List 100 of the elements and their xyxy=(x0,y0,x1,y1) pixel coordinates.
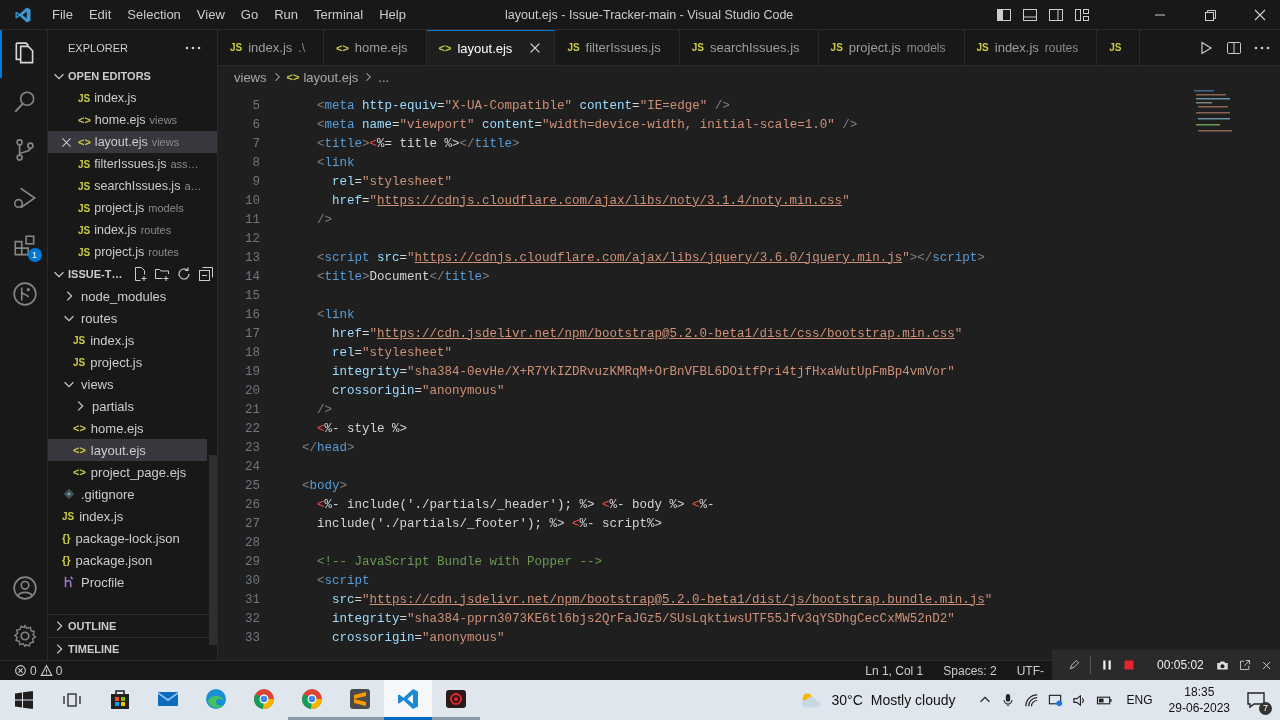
weather-temperature[interactable]: 30°C xyxy=(831,692,863,708)
warning-count[interactable]: 0 xyxy=(55,663,63,678)
weather-condition[interactable]: Mostly cloudy xyxy=(870,692,956,708)
tab-label: project.js xyxy=(848,40,901,55)
line-number: 18 xyxy=(244,345,260,360)
editor-tab[interactable]: <> layout.ejs xyxy=(426,30,556,65)
tree-item[interactable]: JS index.js xyxy=(48,505,207,527)
pen-icon[interactable] xyxy=(1068,658,1081,672)
code-line: <meta name="viewport" content="width=device-width, initial-scale=1.0" /> xyxy=(316,117,858,132)
tree-item[interactable]: <> project_page.ejs xyxy=(48,461,207,483)
editor-tab[interactable]: JS searchIssues.js xyxy=(679,30,819,65)
external-link-icon[interactable] xyxy=(1238,658,1251,672)
refresh-icon[interactable] xyxy=(176,266,193,282)
line-number: 6 xyxy=(251,117,260,132)
new-folder-icon[interactable] xyxy=(154,266,171,282)
wifi-icon[interactable] xyxy=(1023,692,1039,708)
panel-toggle-icon[interactable] xyxy=(1022,6,1038,23)
language-indicator[interactable]: ENG xyxy=(1126,693,1153,707)
section-title[interactable]: OPEN EDITORS xyxy=(68,70,151,82)
tree-item[interactable]: Procfile xyxy=(48,571,207,593)
breadcrumb-item[interactable]: layout.ejs xyxy=(303,69,359,85)
tree-item[interactable]: <> layout.ejs xyxy=(48,439,207,461)
folder-row[interactable]: partials xyxy=(48,395,207,417)
folder-row[interactable]: views xyxy=(48,373,207,395)
error-count[interactable]: 0 xyxy=(30,663,37,678)
line-number: 7 xyxy=(251,136,260,151)
open-editor-item[interactable]: <> layout.ejs views xyxy=(48,131,217,153)
breadcrumb-item[interactable]: ... xyxy=(378,69,390,85)
tree-item[interactable]: {} package-lock.json xyxy=(48,527,207,549)
folder-row[interactable]: routes xyxy=(48,307,207,329)
tree-item[interactable]: {} package.json xyxy=(48,549,207,571)
menu-item[interactable]: File xyxy=(44,4,81,25)
account-icon[interactable] xyxy=(11,575,38,601)
open-editor-item[interactable]: JS project.js routes xyxy=(48,241,217,263)
tree-item[interactable]: <> home.ejs xyxy=(48,417,207,439)
folder-row[interactable]: node_modules xyxy=(48,285,207,307)
menu-item[interactable]: Go xyxy=(232,4,267,25)
tree-item[interactable]: JS project.js xyxy=(48,351,207,373)
line-number: 16 xyxy=(244,307,260,322)
section-title[interactable]: OUTLINE xyxy=(68,620,117,632)
more-icon[interactable] xyxy=(1254,45,1270,50)
status-item[interactable]: Spaces: 2 xyxy=(943,663,997,678)
line-number: 20 xyxy=(244,383,260,398)
secondary-sidebar-icon[interactable] xyxy=(1048,6,1064,23)
status-item[interactable]: Ln 1, Col 1 xyxy=(865,663,924,678)
tab-label: searchIssues.js xyxy=(710,40,800,55)
editor-tab[interactable]: JS filterIssues.js xyxy=(555,30,680,65)
menu-item[interactable]: Help xyxy=(371,4,414,25)
file-name: layout.ejs xyxy=(90,442,146,458)
tree-item[interactable]: JS index.js xyxy=(48,329,207,351)
code-line: <title>Document</title> xyxy=(316,269,490,284)
editor-tab[interactable]: <> home.ejs xyxy=(324,30,427,65)
editor-tab[interactable]: JS index.js .\ xyxy=(218,30,324,65)
more-icon[interactable] xyxy=(185,45,201,50)
display-icon[interactable] xyxy=(1047,692,1063,708)
code-line: <%- style %> xyxy=(316,421,408,436)
breadcrumb-item[interactable]: views xyxy=(234,69,267,85)
stop-icon[interactable] xyxy=(1123,658,1136,672)
menu-item[interactable]: Edit xyxy=(80,4,120,25)
open-editor-item[interactable]: JS searchIssues.js a… xyxy=(48,175,217,197)
menu-item[interactable]: Selection xyxy=(119,4,189,25)
windows-start-icon[interactable] xyxy=(14,690,34,710)
layout-icon[interactable] xyxy=(1074,6,1090,23)
editor-tab[interactable]: JS index.js routes xyxy=(964,30,1098,65)
section-title[interactable]: ISSUE-T… xyxy=(68,268,123,280)
close-icon[interactable] xyxy=(60,135,73,149)
collapse-all-icon[interactable] xyxy=(198,266,215,282)
open-editor-item[interactable]: JS filterIssues.js ass… xyxy=(48,153,217,175)
error-icon xyxy=(14,664,27,677)
menu-item[interactable]: Run xyxy=(266,4,306,25)
task-view-icon[interactable] xyxy=(62,690,82,710)
line-number: 26 xyxy=(244,497,260,512)
sidebar-toggle-icon[interactable] xyxy=(996,6,1012,23)
line-number: 13 xyxy=(244,250,260,265)
js-file-icon: JS xyxy=(73,334,86,346)
status-item[interactable]: UTF- xyxy=(1016,663,1044,678)
menu-item[interactable]: Terminal xyxy=(306,4,372,25)
new-file-icon[interactable] xyxy=(132,266,149,282)
notification-icon[interactable] xyxy=(1246,690,1266,710)
file-name: filterIssues.js xyxy=(94,157,167,171)
editor-tab[interactable]: JS project.js models xyxy=(818,30,965,65)
open-editor-item[interactable]: <> home.ejs views xyxy=(48,109,217,131)
line-number: 29 xyxy=(244,554,260,569)
clock[interactable]: 18:35 29-06-2023 xyxy=(1168,684,1230,716)
editor-tab[interactable]: JS xyxy=(1097,30,1141,65)
notification-count: 7 xyxy=(1259,702,1272,715)
code-line: integrity="sha384-pprn3073KE6tl6bjs2QrFaJGz5/SUsLqktiwsUTF55Jfv3qYSDhgCecCxMW52nD2" xyxy=(331,611,955,626)
open-editor-item[interactable]: JS project.js models xyxy=(48,197,217,219)
git-graph-icon[interactable] xyxy=(11,281,38,307)
settings-icon[interactable] xyxy=(11,623,38,649)
tree-item[interactable]: .gitignore xyxy=(48,483,207,505)
run-icon[interactable] xyxy=(1198,39,1214,56)
section-title[interactable]: TIMELINE xyxy=(68,643,120,655)
split-editor-icon[interactable] xyxy=(1226,39,1242,56)
run-debug-icon[interactable] xyxy=(11,185,38,211)
pause-icon[interactable] xyxy=(1100,658,1113,672)
speaker-icon[interactable] xyxy=(1071,692,1087,708)
menu-item[interactable]: View xyxy=(188,4,233,25)
open-editor-item[interactable]: JS index.js routes xyxy=(48,219,217,241)
open-editor-item[interactable]: JS index.js xyxy=(48,87,217,109)
